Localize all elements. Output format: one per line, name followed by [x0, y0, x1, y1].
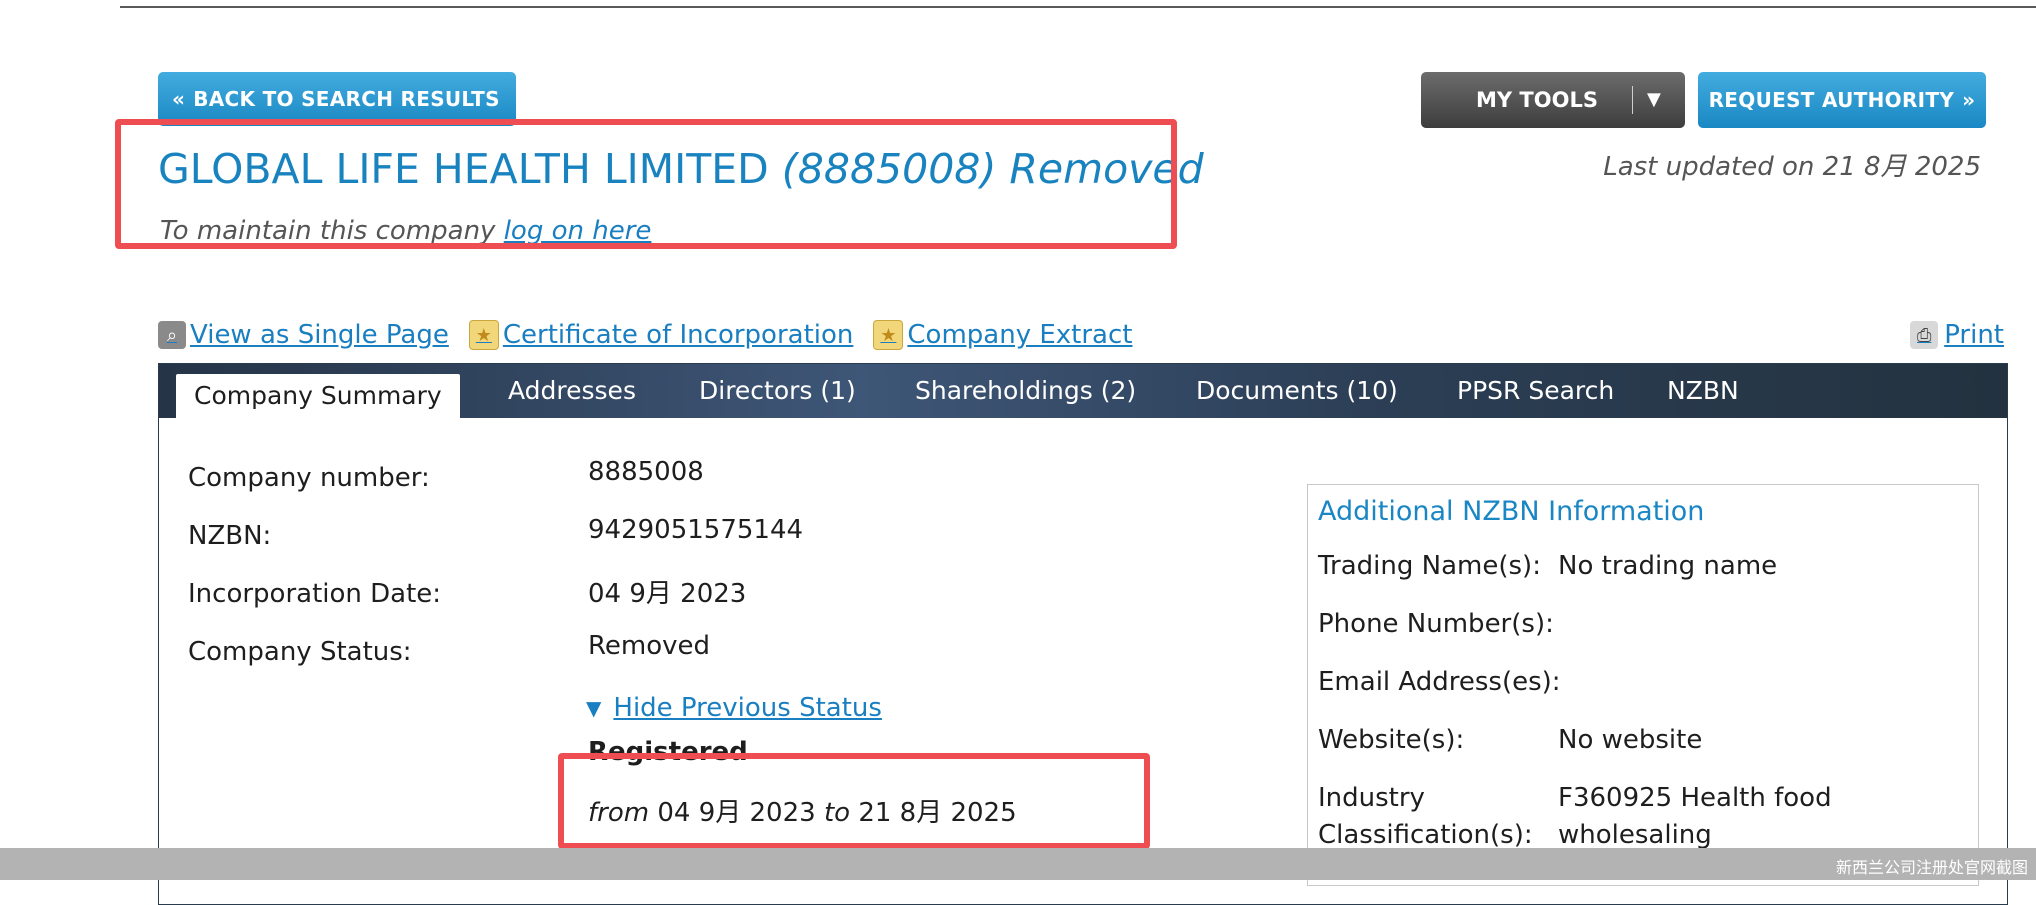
hide-previous-status-toggle[interactable]: ▼ Hide Previous Status — [586, 693, 882, 723]
top-divider — [120, 6, 2036, 8]
last-updated: Last updated on 21 8月 2025 — [1603, 152, 1981, 182]
nzbn-info-title: Additional NZBN Information — [1318, 496, 1705, 527]
nzbn-label: NZBN: — [188, 521, 272, 551]
highlight-box-status-range — [558, 753, 1150, 849]
company-number-label: Company number: — [188, 463, 430, 493]
view-single-page-label: View as Single Page — [190, 320, 449, 350]
tab-company-summary[interactable]: Company Summary — [176, 374, 460, 418]
watermark-text: 新西兰公司注册处官网截图 — [1835, 858, 2028, 877]
certificate-link[interactable]: ★ Certificate of Incorporation — [468, 320, 854, 350]
trading-name-value: No trading name — [1558, 551, 1778, 581]
tab-addresses[interactable]: Addresses — [508, 364, 636, 418]
print-link[interactable]: ⎙ Print — [1910, 320, 2004, 350]
my-tools-label: MY TOOLS — [1476, 88, 1598, 112]
my-tools-separator — [1632, 86, 1633, 114]
tab-directors[interactable]: Directors (1) — [699, 364, 856, 418]
incorporation-date-value: 04 9月 2023 — [588, 579, 747, 609]
request-authority-label: REQUEST AUTHORITY — [1708, 88, 1955, 112]
tab-ppsr-search[interactable]: PPSR Search — [1457, 364, 1614, 418]
company-extract-link[interactable]: ★ Company Extract — [873, 320, 1132, 350]
certificate-icon: ★ — [468, 320, 499, 350]
my-tools-button[interactable]: MY TOOLS ▼ — [1421, 72, 1685, 128]
request-authority-button[interactable]: REQUEST AUTHORITY » — [1698, 72, 1986, 128]
website-label: Website(s): — [1318, 725, 1465, 755]
chevron-down-icon[interactable]: ▼ — [1647, 89, 1661, 110]
company-number-value: 8885008 — [588, 457, 704, 487]
industry-label-line1: Industry — [1318, 783, 1425, 813]
phone-number-label: Phone Number(s): — [1318, 609, 1554, 639]
tab-shareholdings[interactable]: Shareholdings (2) — [915, 364, 1136, 418]
back-button-label: BACK TO SEARCH RESULTS — [193, 87, 500, 111]
incorporation-date-label: Incorporation Date: — [188, 579, 442, 609]
tool-links: ⌕ View as Single Page ★ Certificate of I… — [158, 320, 1132, 350]
email-address-label: Email Address(es): — [1318, 667, 1561, 697]
industry-value-line1: F360925 Health food — [1558, 783, 1832, 813]
company-extract-label: Company Extract — [907, 320, 1133, 350]
nzbn-value: 9429051575144 — [588, 515, 804, 545]
hide-previous-status-link[interactable]: Hide Previous Status — [613, 693, 882, 723]
back-to-search-results-button[interactable]: « BACK TO SEARCH RESULTS — [158, 72, 516, 126]
double-chevron-right-icon: » — [1962, 88, 1976, 112]
double-chevron-left-icon: « — [172, 87, 186, 111]
industry-label-line2: Classification(s): — [1318, 820, 1533, 850]
industry-value-line2: wholesaling — [1558, 820, 1712, 850]
company-status-label: Company Status: — [188, 637, 412, 667]
highlight-box-title — [115, 119, 1177, 249]
tab-bar: Company Summary Addresses Directors (1) … — [159, 364, 2007, 418]
tab-nzbn[interactable]: NZBN — [1667, 364, 1739, 418]
tab-documents[interactable]: Documents (10) — [1196, 364, 1398, 418]
trading-name-label: Trading Name(s): — [1318, 551, 1541, 581]
binoculars-icon: ⌕ — [158, 321, 186, 349]
certificate-icon: ★ — [873, 320, 904, 350]
print-label: Print — [1944, 320, 2004, 350]
triangle-down-icon: ▼ — [586, 696, 602, 720]
website-value: No website — [1558, 725, 1703, 755]
watermark-bar — [0, 848, 2036, 880]
company-status-value: Removed — [588, 631, 711, 661]
view-single-page-link[interactable]: ⌕ View as Single Page — [158, 320, 449, 350]
printer-icon: ⎙ — [1910, 321, 1939, 349]
certificate-label: Certificate of Incorporation — [502, 320, 854, 350]
